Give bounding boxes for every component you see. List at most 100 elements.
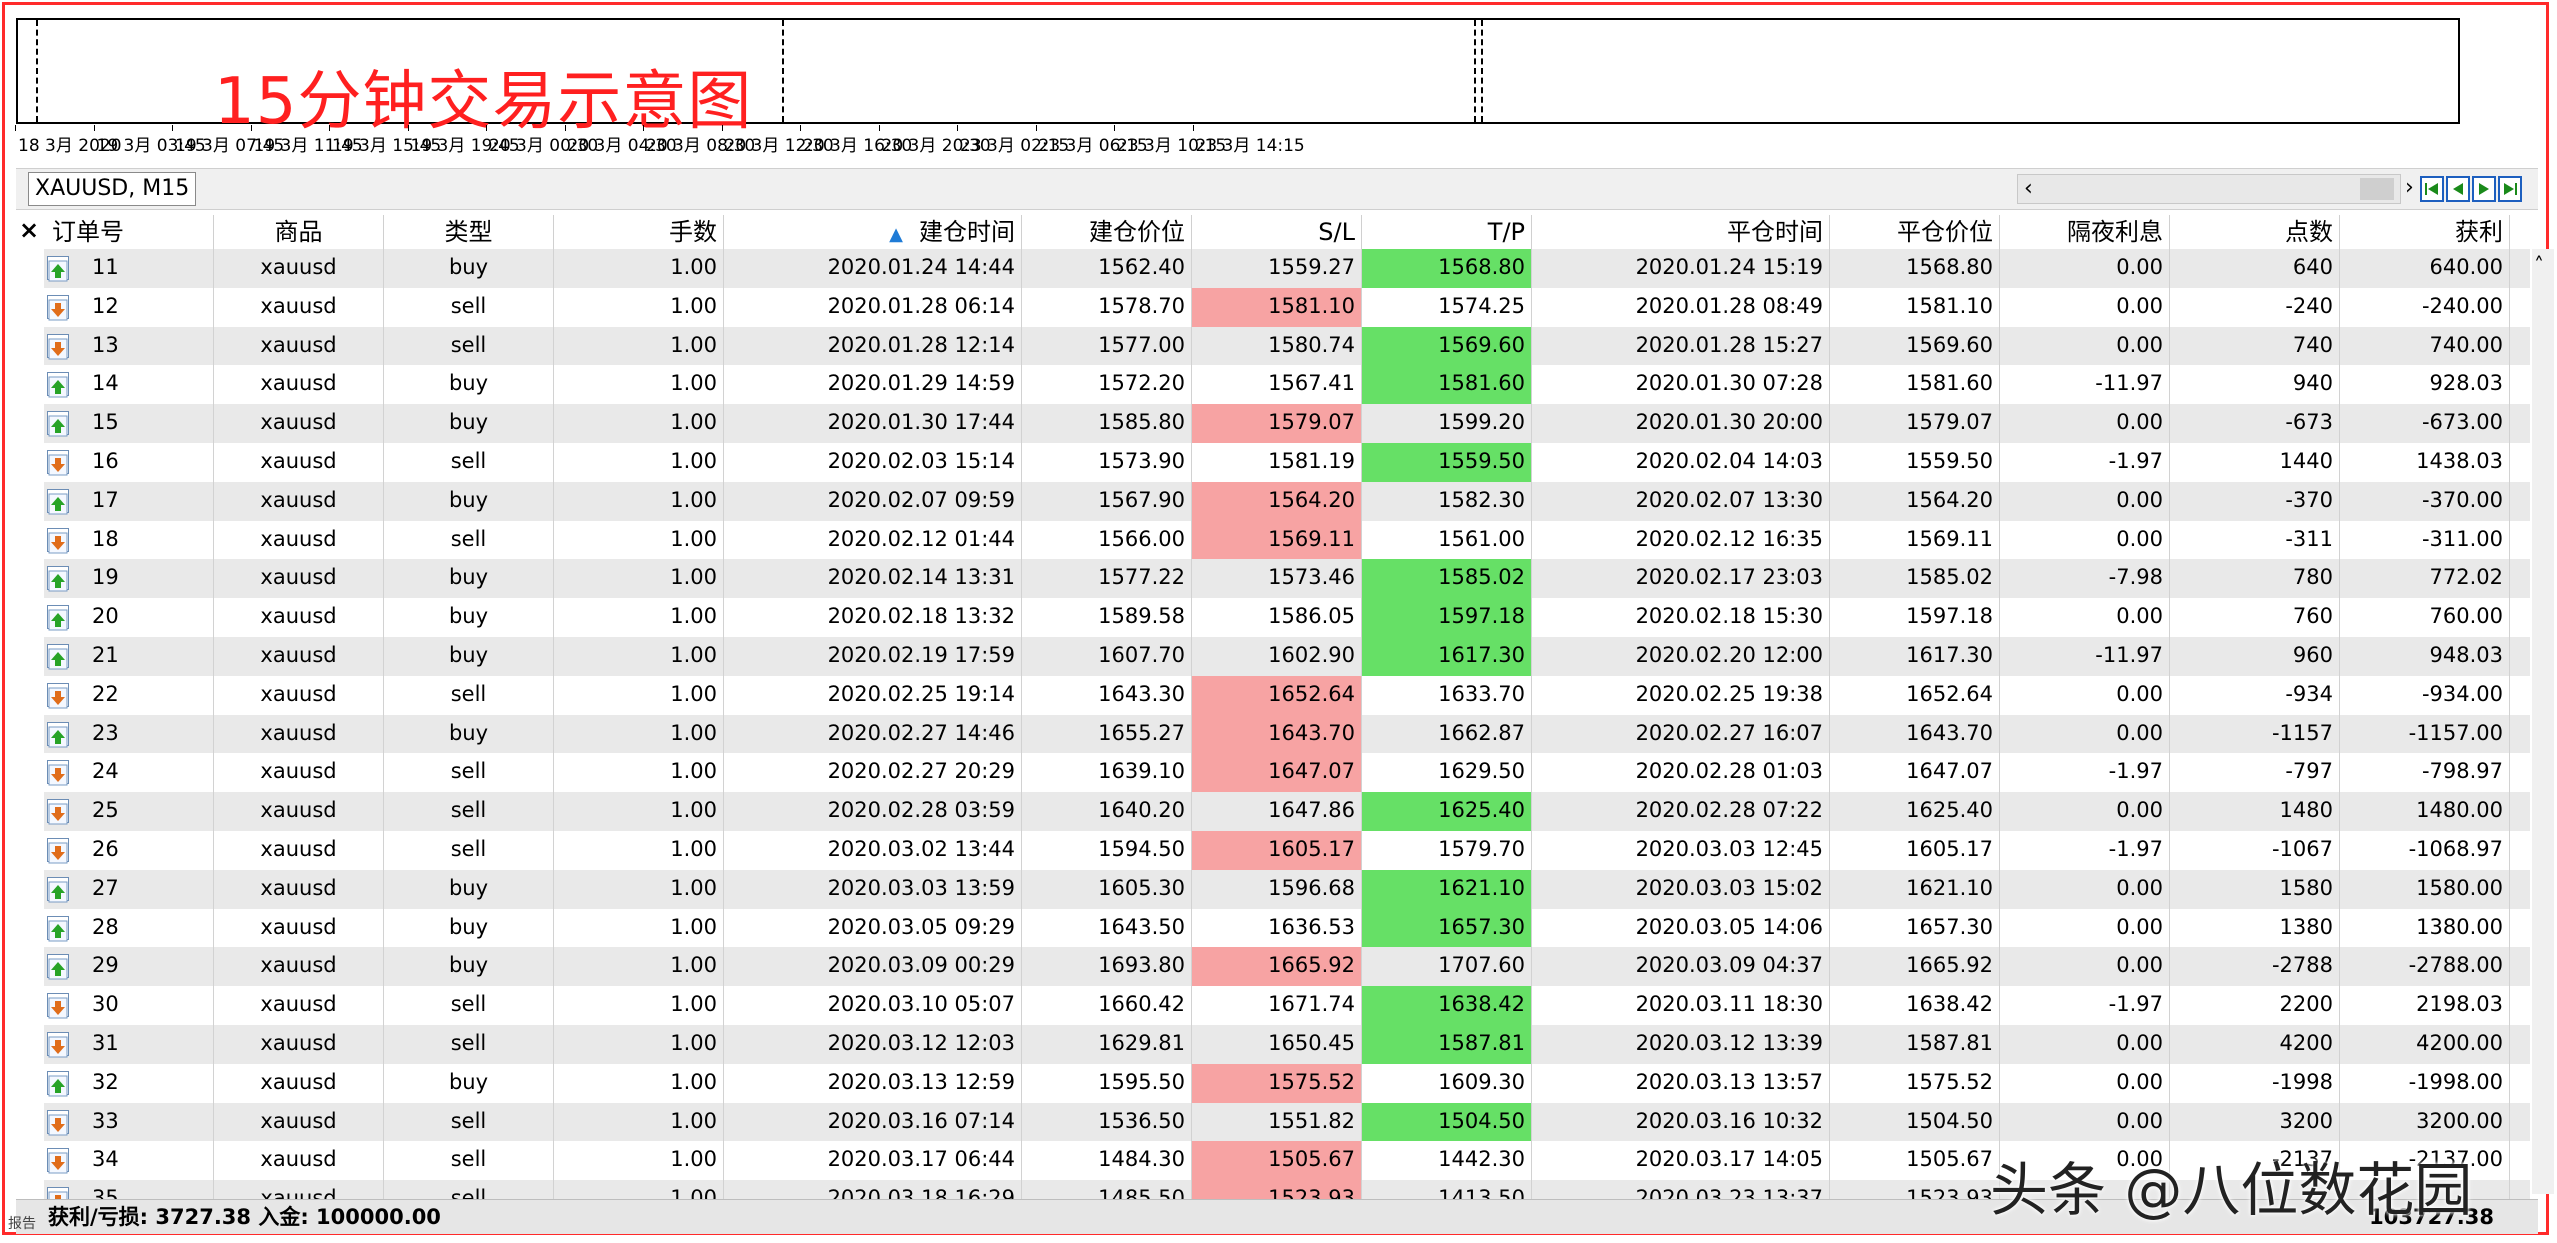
table-row[interactable]: 20 xauusd buy 1.00 2020.02.18 13:32 1589.58 15…: [44, 598, 2530, 637]
order-cell: 16: [44, 443, 214, 482]
table-row[interactable]: 19 xauusd buy 1.00 2020.02.14 13:31 1577.22 15…: [44, 559, 2530, 599]
symbol-cell: xauusd: [214, 792, 384, 831]
close-time-cell: 2020.01.28 15:27: [1532, 326, 1830, 366]
scroll-up-icon[interactable]: ˄: [2534, 253, 2544, 277]
header-take-profit[interactable]: T/P: [1362, 215, 1532, 249]
header-open-price[interactable]: 建仓价位: [1022, 215, 1192, 249]
table-row[interactable]: 29 xauusd buy 1.00 2020.03.09 00:29 1693.80 16…: [44, 947, 2530, 987]
close-price-cell: 1638.42: [1830, 986, 2000, 1025]
close-price-cell: 1581.10: [1830, 287, 2000, 327]
header-type[interactable]: 类型: [384, 215, 554, 249]
header-points[interactable]: 点数: [2170, 215, 2340, 249]
take-profit-cell: 1579.70: [1362, 831, 1532, 870]
close-price-cell: 1643.70: [1830, 714, 2000, 754]
close-price-cell: 1621.10: [1830, 869, 2000, 909]
header-symbol[interactable]: 商品: [214, 215, 384, 249]
scroll-right-icon[interactable]: ›: [2405, 174, 2414, 202]
type-cell: buy: [384, 908, 554, 948]
header-swap[interactable]: 隔夜利息: [2000, 215, 2170, 249]
table-row[interactable]: 16 xauusd sell 1.00 2020.02.03 15:14 1573.90 1…: [44, 443, 2530, 482]
period-separator: [782, 20, 784, 122]
symbol-cell: xauusd: [214, 443, 384, 482]
take-profit-cell: 1609.30: [1362, 1063, 1532, 1103]
watermark: 头条 @八位数花园: [1990, 1156, 2473, 1224]
buy-order-icon: [47, 954, 69, 980]
take-profit-cell: 1585.02: [1362, 559, 1532, 599]
stop-loss-cell: 1505.67: [1192, 1141, 1362, 1181]
table-row[interactable]: 32 xauusd buy 1.00 2020.03.13 12:59 1595.50 15…: [44, 1063, 2530, 1103]
header-close-time[interactable]: 平仓时间: [1532, 215, 1830, 249]
table-row[interactable]: 27 xauusd buy 1.00 2020.03.03 13:59 1605.30 15…: [44, 869, 2530, 909]
lots-cell: 1.00: [554, 598, 724, 637]
order-cell: 20: [44, 598, 214, 637]
first-page-icon[interactable]: [2420, 176, 2444, 202]
header-open-time[interactable]: ▲ 建仓时间: [724, 215, 1022, 249]
header-stop-loss[interactable]: S/L: [1192, 215, 1362, 249]
swap-cell: -1.97: [2000, 753, 2170, 793]
swap-cell: -11.97: [2000, 365, 2170, 405]
table-row[interactable]: 23 xauusd buy 1.00 2020.02.27 14:46 1655.27 16…: [44, 714, 2530, 754]
close-time-cell: 2020.03.03 15:02: [1532, 869, 1830, 909]
profit-cell: -370.00: [2340, 481, 2510, 521]
order-number: 28: [92, 914, 119, 939]
open-price-cell: 1643.50: [1022, 908, 1192, 948]
chart-area[interactable]: 15分钟交易示意图: [16, 18, 2460, 139]
open-time-cell: 2020.03.05 09:29: [724, 908, 1022, 948]
close-price-cell: 1579.07: [1830, 404, 2000, 443]
close-time-cell: 2020.03.13 13:57: [1532, 1063, 1830, 1103]
open-price-cell: 1605.30: [1022, 869, 1192, 909]
buy-order-icon: [47, 411, 69, 437]
scroll-left-icon[interactable]: ‹: [2024, 175, 2033, 203]
table-row[interactable]: 31 xauusd sell 1.00 2020.03.12 12:03 1629.81 1…: [44, 1025, 2530, 1064]
points-cell: 1440: [2170, 443, 2340, 482]
vertical-scrollbar[interactable]: ˄: [2532, 249, 2554, 1194]
table-row[interactable]: 25 xauusd sell 1.00 2020.02.28 03:59 1640.20 1…: [44, 792, 2530, 831]
open-price-cell: 1562.40: [1022, 249, 1192, 288]
type-cell: sell: [384, 792, 554, 831]
table-row[interactable]: 13 xauusd sell 1.00 2020.01.28 12:14 1577.00 1…: [44, 326, 2530, 366]
table-row[interactable]: 14 xauusd buy 1.00 2020.01.29 14:59 1572.20 15…: [44, 365, 2530, 405]
order-cell: 13: [44, 326, 214, 366]
last-page-icon[interactable]: [2498, 176, 2522, 202]
table-row[interactable]: 30 xauusd sell 1.00 2020.03.10 05:07 1660.42 1…: [44, 986, 2530, 1025]
next-page-icon[interactable]: [2472, 176, 2496, 202]
open-time-cell: 2020.02.27 20:29: [724, 753, 1022, 793]
close-time-cell: 2020.02.27 16:07: [1532, 714, 1830, 754]
order-number: 34: [92, 1147, 119, 1172]
table-row[interactable]: 21 xauusd buy 1.00 2020.02.19 17:59 1607.70 16…: [44, 637, 2530, 676]
table-row[interactable]: 24 xauusd sell 1.00 2020.02.27 20:29 1639.10 1…: [44, 753, 2530, 793]
buy-order-icon: [47, 566, 69, 592]
table-row[interactable]: 22 xauusd sell 1.00 2020.02.25 19:14 1643.30 1…: [44, 675, 2530, 715]
header-close-price[interactable]: 平仓价位: [1830, 215, 2000, 249]
header-order[interactable]: 订单号: [44, 215, 214, 249]
table-row[interactable]: 18 xauusd sell 1.00 2020.02.12 01:44 1566.00 1…: [44, 520, 2530, 560]
close-icon[interactable]: ×: [18, 217, 40, 243]
table-row[interactable]: 33 xauusd sell 1.00 2020.03.16 07:14 1536.50 1…: [44, 1102, 2530, 1142]
sell-order-icon: [47, 527, 69, 554]
header-profit[interactable]: 获利: [2340, 215, 2510, 249]
take-profit-cell: 1559.50: [1362, 443, 1532, 482]
lots-cell: 1.00: [554, 287, 724, 327]
scroll-thumb[interactable]: [2360, 178, 2394, 200]
period-separator: [1474, 20, 1476, 122]
chart-tab-xauusd[interactable]: XAUUSD, M15: [28, 172, 197, 206]
table-row[interactable]: 26 xauusd sell 1.00 2020.03.02 13:44 1594.50 1…: [44, 831, 2530, 870]
symbol-cell: xauusd: [214, 520, 384, 560]
chart-annotation-title: 15分钟交易示意图: [214, 65, 753, 139]
table-row[interactable]: 17 xauusd buy 1.00 2020.02.07 09:59 1567.90 15…: [44, 481, 2530, 521]
previous-page-icon[interactable]: [2446, 176, 2470, 202]
swap-cell: 0.00: [2000, 947, 2170, 987]
type-cell: sell: [384, 1025, 554, 1064]
table-row[interactable]: 15 xauusd buy 1.00 2020.01.30 17:44 1585.80 15…: [44, 404, 2530, 443]
close-time-cell: 2020.02.17 23:03: [1532, 559, 1830, 599]
table-row[interactable]: 28 xauusd buy 1.00 2020.03.05 09:29 1643.50 16…: [44, 908, 2530, 948]
table-row[interactable]: 11 xauusd buy 1.00 2020.01.24 14:44 1562.40 15…: [44, 249, 2530, 288]
points-cell: -934: [2170, 675, 2340, 715]
table-row[interactable]: 12 xauusd sell 1.00 2020.01.28 06:14 1578.70 1…: [44, 287, 2530, 327]
header-lots[interactable]: 手数: [554, 215, 724, 249]
horizontal-scrollbar[interactable]: ‹: [2017, 174, 2401, 204]
order-number: 33: [92, 1108, 119, 1133]
sell-order-icon: [47, 838, 69, 864]
sell-order-icon: [47, 1109, 69, 1136]
symbol-cell: xauusd: [214, 753, 384, 793]
